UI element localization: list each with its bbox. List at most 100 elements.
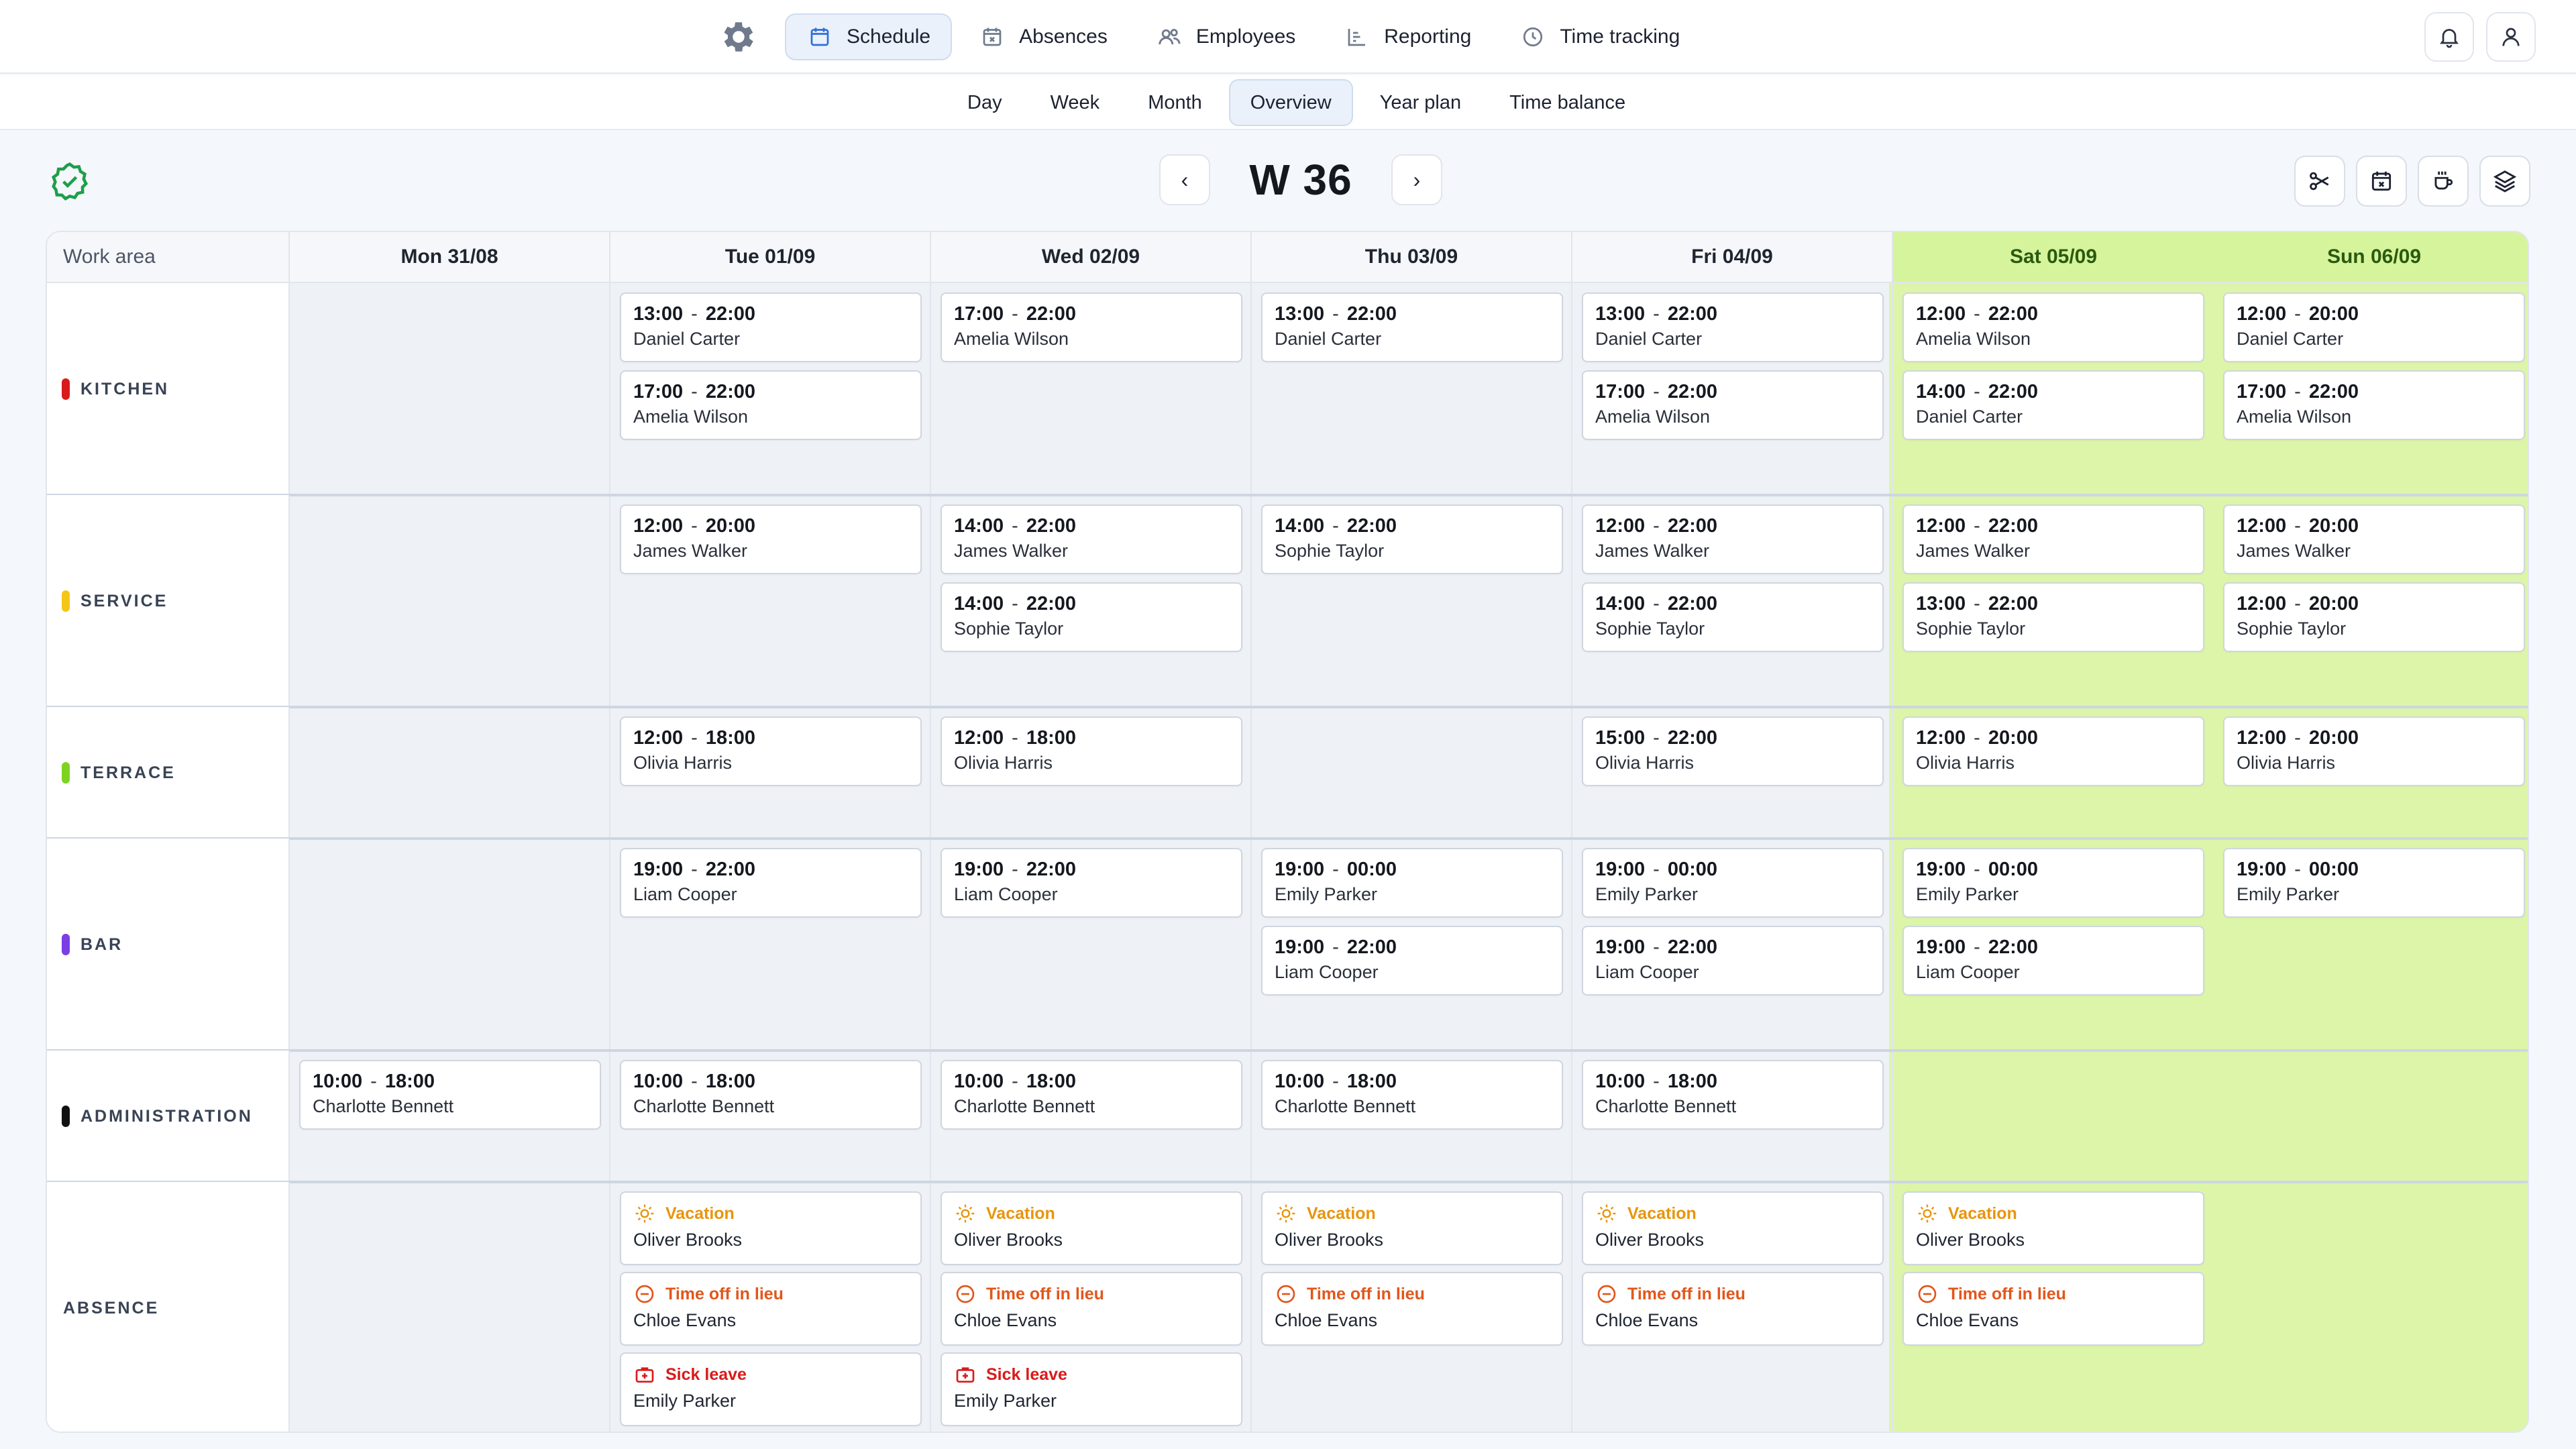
nav-tab-absences[interactable]: Absences — [957, 13, 1129, 60]
shift-card[interactable]: 13:00-22:00 Sophie Taylor — [1902, 582, 2204, 652]
shift-card[interactable]: 17:00-22:00 Amelia Wilson — [620, 370, 922, 440]
notifications-bell-icon[interactable] — [2424, 12, 2474, 62]
shift-card[interactable]: 19:00-22:00 Liam Cooper — [1582, 926, 1884, 996]
shift-card[interactable]: 17:00-22:00 Amelia Wilson — [2223, 370, 2525, 440]
day-header[interactable]: Tue 01/09 — [610, 232, 931, 283]
shift-card[interactable]: 10:00-18:00 Charlotte Bennett — [1582, 1060, 1884, 1130]
day-header[interactable]: Sun 06/09 — [2214, 232, 2528, 283]
absence-card[interactable]: Vacation Oliver Brooks — [1261, 1191, 1563, 1265]
absence-card[interactable]: Vacation Oliver Brooks — [1902, 1191, 2204, 1265]
shift-card[interactable]: 19:00-00:00 Emily Parker — [2223, 848, 2525, 918]
shift-card[interactable]: 14:00-22:00 Sophie Taylor — [1261, 504, 1563, 574]
absence-card[interactable]: Sick leave Emily Parker — [620, 1352, 922, 1426]
shift-card[interactable]: 12:00-20:00 Olivia Harris — [2223, 716, 2525, 786]
absence-card[interactable]: Vacation Oliver Brooks — [1582, 1191, 1884, 1265]
shift-card[interactable]: 14:00-22:00 Daniel Carter — [1902, 370, 2204, 440]
week-navigator: ‹ W 36 › — [1159, 154, 1442, 205]
day-header[interactable]: Sat 05/09 — [1893, 232, 2214, 283]
calendar-x-icon[interactable] — [2356, 156, 2407, 207]
shift-card[interactable]: 12:00-20:00 Daniel Carter — [2223, 292, 2525, 362]
view-tab-month[interactable]: Month — [1126, 79, 1224, 126]
column-divider — [1250, 283, 1252, 1432]
shift-employee: Amelia Wilson — [1916, 329, 2031, 349]
view-tabs: Day Week Month Overview Year plan Time balanc… — [946, 79, 1647, 126]
shift-card[interactable]: 14:00-22:00 Sophie Taylor — [1582, 582, 1884, 652]
shift-card[interactable]: 13:00-22:00 Daniel Carter — [1261, 292, 1563, 362]
absence-card[interactable]: Time off in lieu Chloe Evans — [620, 1272, 922, 1346]
shift-card[interactable]: 10:00-18:00 Charlotte Bennett — [1261, 1060, 1563, 1130]
shift-card[interactable]: 14:00-22:00 James Walker — [941, 504, 1242, 574]
absence-card[interactable]: Time off in lieu Chloe Evans — [1902, 1272, 2204, 1346]
shift-card[interactable]: 13:00-22:00 Daniel Carter — [620, 292, 922, 362]
shift-card[interactable]: 19:00-22:00 Liam Cooper — [941, 848, 1242, 918]
minus-circle-icon — [954, 1283, 977, 1305]
shift-end: 22:00 — [1346, 936, 1397, 958]
view-tab-year-plan[interactable]: Year plan — [1358, 79, 1483, 126]
shift-card[interactable]: 19:00-22:00 Liam Cooper — [1261, 926, 1563, 996]
shift-card[interactable]: 12:00-20:00 James Walker — [620, 504, 922, 574]
shift-card[interactable]: 17:00-22:00 Amelia Wilson — [941, 292, 1242, 362]
shift-end: 00:00 — [1667, 859, 1718, 880]
shift-card[interactable]: 15:00-22:00 Olivia Harris — [1582, 716, 1884, 786]
settings-gear-icon[interactable] — [716, 15, 761, 59]
shift-employee: James Walker — [633, 541, 748, 561]
shift-start: 19:00 — [1916, 859, 1966, 880]
nav-tab-schedule[interactable]: Schedule — [785, 13, 953, 60]
shift-card[interactable]: 12:00-18:00 Olivia Harris — [941, 716, 1242, 786]
next-week-button[interactable]: › — [1391, 154, 1442, 205]
shift-card[interactable]: 12:00-22:00 James Walker — [1582, 504, 1884, 574]
time-separator: - — [1332, 859, 1339, 880]
layers-icon[interactable] — [2479, 156, 2530, 207]
absence-card[interactable]: Sick leave Emily Parker — [941, 1352, 1242, 1426]
shift-card[interactable]: 19:00-00:00 Emily Parker — [1261, 848, 1563, 918]
nav-tab-employees[interactable]: Employees — [1134, 13, 1317, 60]
nav-tab-reporting[interactable]: Reporting — [1322, 13, 1493, 60]
shift-card[interactable]: 12:00-20:00 Olivia Harris — [1902, 716, 2204, 786]
shift-card[interactable]: 19:00-22:00 Liam Cooper — [1902, 926, 2204, 996]
day-header[interactable]: Wed 02/09 — [931, 232, 1252, 283]
nav-tab-time-tracking[interactable]: Time tracking — [1498, 13, 1701, 60]
shift-card[interactable]: 10:00-18:00 Charlotte Bennett — [941, 1060, 1242, 1130]
shift-employee: Emily Parker — [1595, 884, 1699, 904]
shift-card[interactable]: 12:00-20:00 James Walker — [2223, 504, 2525, 574]
shift-card[interactable]: 12:00-20:00 Sophie Taylor — [2223, 582, 2525, 652]
user-profile-icon[interactable] — [2486, 12, 2536, 62]
shift-card[interactable]: 19:00-00:00 Emily Parker — [1902, 848, 2204, 918]
absence-card[interactable]: Vacation Oliver Brooks — [620, 1191, 922, 1265]
shift-card[interactable]: 13:00-22:00 Daniel Carter — [1582, 292, 1884, 362]
shift-card[interactable]: 12:00-22:00 Amelia Wilson — [1902, 292, 2204, 362]
absence-employee: Oliver Brooks — [954, 1230, 1063, 1250]
shift-card[interactable]: 17:00-22:00 Amelia Wilson — [1582, 370, 1884, 440]
shift-card[interactable]: 10:00-18:00 Charlotte Bennett — [299, 1060, 601, 1130]
view-tab-day[interactable]: Day — [946, 79, 1024, 126]
view-tab-time-balance[interactable]: Time balance — [1488, 79, 1647, 126]
absence-card[interactable]: Time off in lieu Chloe Evans — [1582, 1272, 1884, 1346]
shift-end: 22:00 — [1667, 936, 1718, 958]
absence-type-label: Time off in lieu — [986, 1285, 1104, 1303]
shift-time: 19:00-00:00 — [1916, 857, 2191, 881]
day-header[interactable]: Fri 04/09 — [1572, 232, 1893, 283]
coffee-cup-icon[interactable] — [2418, 156, 2469, 207]
area-row-terrace: TERRACE — [47, 707, 290, 839]
day-header[interactable]: Thu 03/09 — [1252, 232, 1572, 283]
previous-week-button[interactable]: ‹ — [1159, 154, 1210, 205]
shift-time: 12:00-20:00 — [633, 514, 908, 538]
shift-card[interactable]: 19:00-22:00 Liam Cooper — [620, 848, 922, 918]
shift-card[interactable]: 14:00-22:00 Sophie Taylor — [941, 582, 1242, 652]
absence-type-label: Time off in lieu — [1948, 1285, 2066, 1303]
shift-end: 22:00 — [1988, 515, 2039, 537]
view-tab-week[interactable]: Week — [1029, 79, 1122, 126]
scissors-icon[interactable] — [2294, 156, 2345, 207]
day-header[interactable]: Mon 31/08 — [290, 232, 610, 283]
published-check-badge-icon[interactable] — [48, 160, 91, 203]
absence-card[interactable]: Time off in lieu Chloe Evans — [1261, 1272, 1563, 1346]
shift-card[interactable]: 12:00-18:00 Olivia Harris — [620, 716, 922, 786]
shift-time: 12:00-18:00 — [633, 726, 908, 750]
absence-card[interactable]: Time off in lieu Chloe Evans — [941, 1272, 1242, 1346]
shift-card[interactable]: 12:00-22:00 James Walker — [1902, 504, 2204, 574]
absence-employee: Oliver Brooks — [1916, 1230, 2025, 1250]
shift-card[interactable]: 19:00-00:00 Emily Parker — [1582, 848, 1884, 918]
shift-card[interactable]: 10:00-18:00 Charlotte Bennett — [620, 1060, 922, 1130]
absence-card[interactable]: Vacation Oliver Brooks — [941, 1191, 1242, 1265]
view-tab-overview[interactable]: Overview — [1228, 79, 1353, 126]
